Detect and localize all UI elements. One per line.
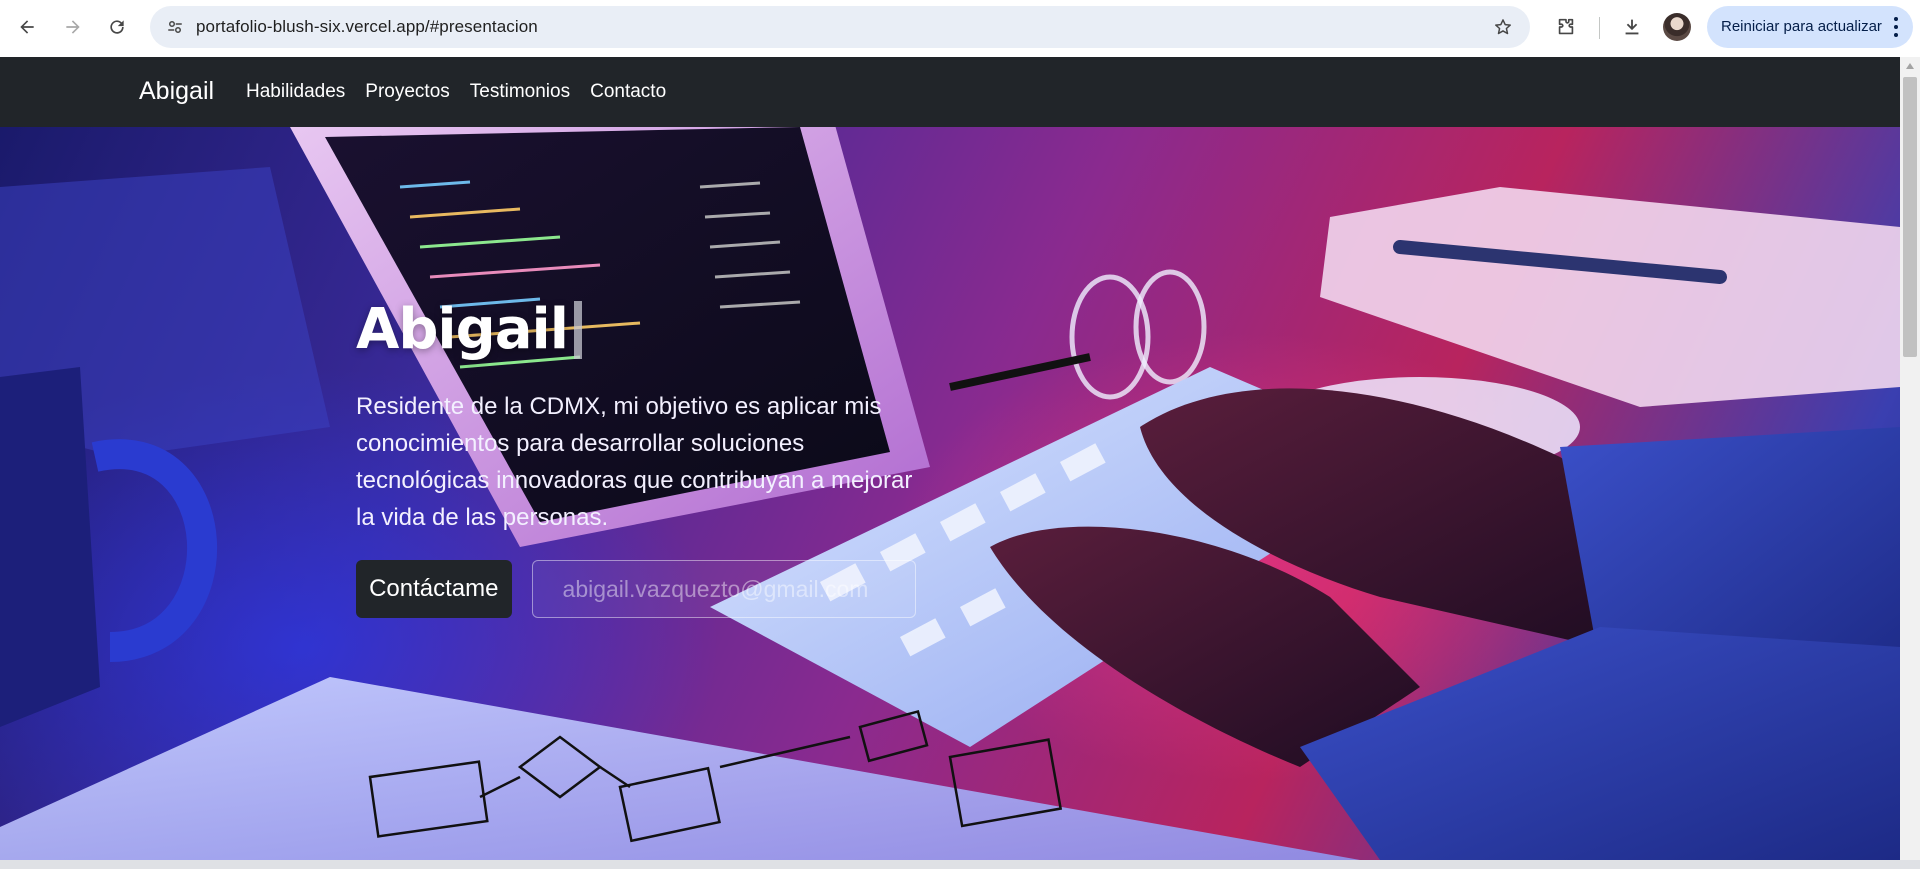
hero-title: Abigail (356, 297, 569, 362)
profile-avatar[interactable] (1663, 13, 1691, 41)
hero-description: Residente de la CDMX, mi objetivo es apl… (356, 393, 913, 531)
download-icon (1625, 19, 1639, 35)
nav-link-testimonios[interactable]: Testimonios (470, 81, 570, 103)
reload-button[interactable] (100, 10, 134, 44)
navbar-brand[interactable]: Abigail (139, 77, 214, 106)
update-button-label: Reiniciar para actualizar (1721, 18, 1882, 35)
puzzle-icon (1558, 18, 1574, 35)
email-field[interactable] (531, 560, 916, 618)
nav-link-habilidades[interactable]: Habilidades (246, 81, 345, 103)
three-dots-vertical-icon (1891, 15, 1901, 39)
arrow-left-icon (20, 20, 34, 34)
hero-content: Abigail Residente de la CDMX, mi objetiv… (356, 297, 916, 618)
hero-background-image (0, 127, 1900, 860)
toolbar-divider (1599, 17, 1600, 39)
extensions-button[interactable] (1550, 11, 1582, 43)
url-text[interactable]: portafolio-blush-six.vercel.app/#present… (196, 17, 538, 37)
update-button[interactable]: Reiniciar para actualizar (1707, 6, 1913, 48)
hero-section: Abigail Residente de la CDMX, mi objetiv… (0, 127, 1900, 860)
bookmark-button[interactable] (1488, 12, 1518, 42)
typing-cursor (573, 300, 582, 359)
nav-link-proyectos[interactable]: Proyectos (365, 81, 449, 103)
window-bottom-edge (0, 860, 1920, 869)
reload-icon (110, 20, 124, 34)
tune-icon (168, 21, 182, 33)
contact-button[interactable]: Contáctame (356, 560, 512, 618)
arrow-right-icon (66, 20, 80, 34)
site-navbar: Abigail Habilidades Proyectos Testimonio… (0, 57, 1900, 127)
page-viewport: Abigail Habilidades Proyectos Testimonio… (0, 57, 1900, 860)
back-button[interactable] (10, 10, 44, 44)
star-icon (1495, 19, 1511, 35)
nav-links: Habilidades Proyectos Testimonios Contac… (246, 81, 666, 103)
browser-toolbar: portafolio-blush-six.vercel.app/#present… (0, 0, 1920, 57)
scroll-up-arrow-icon[interactable] (1906, 63, 1914, 69)
hero-title-row: Abigail (356, 297, 916, 362)
hero-cta-row: Contáctame (356, 560, 916, 618)
address-bar[interactable]: portafolio-blush-six.vercel.app/#present… (150, 6, 1530, 48)
scrollbar-thumb[interactable] (1903, 77, 1917, 357)
downloads-button[interactable] (1616, 11, 1648, 43)
site-info-button[interactable] (160, 12, 190, 42)
forward-button[interactable] (56, 10, 90, 44)
nav-link-contacto[interactable]: Contacto (590, 81, 666, 103)
